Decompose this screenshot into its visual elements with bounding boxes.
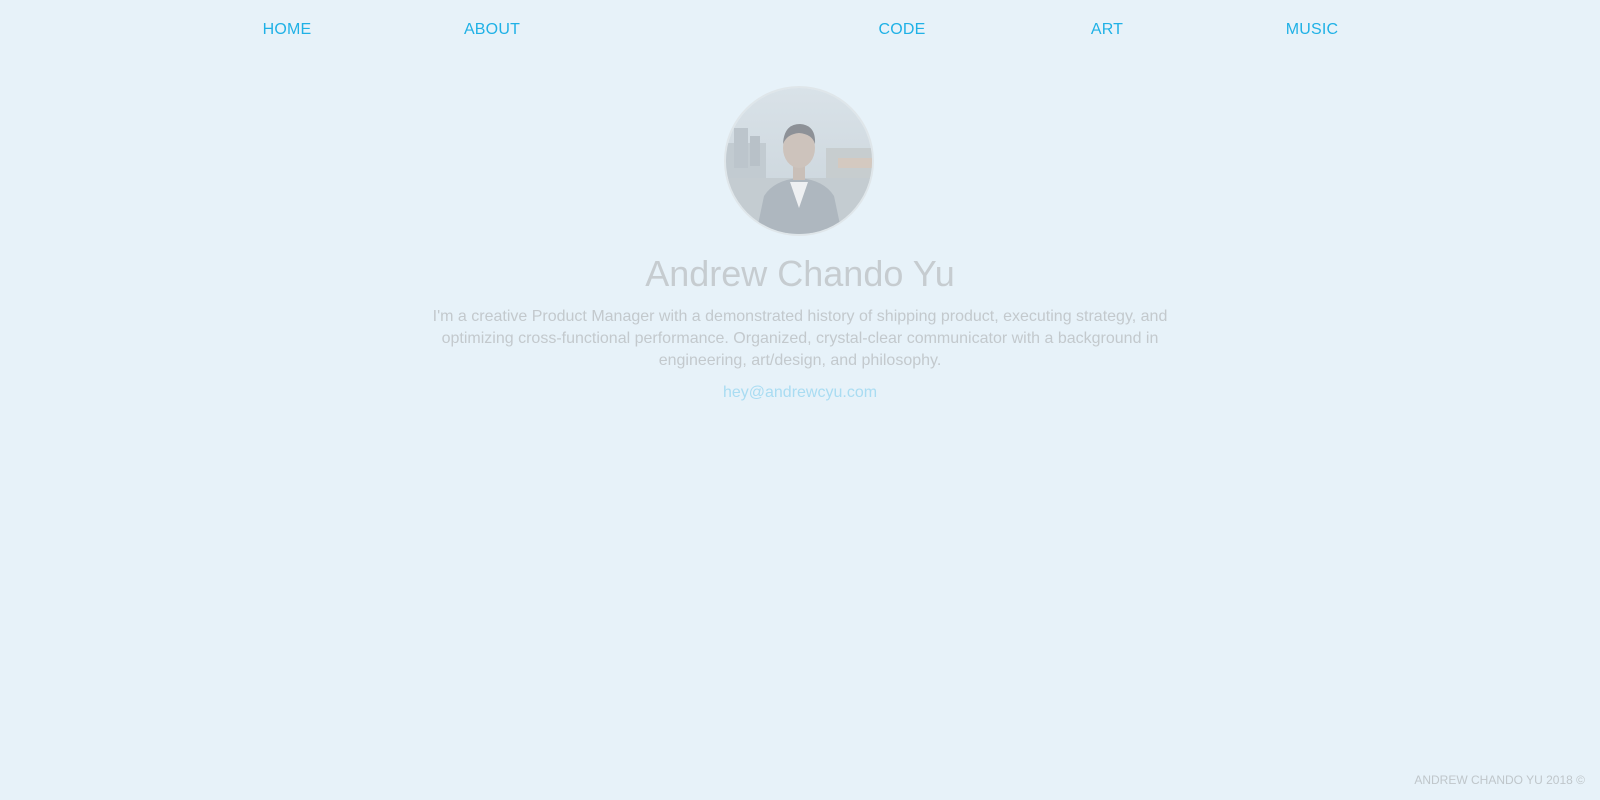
nav-home-link[interactable]: HOME xyxy=(263,21,312,39)
footer-copyright: ANDREW CHANDO YU 2018 © xyxy=(1414,773,1585,787)
avatar xyxy=(724,86,874,236)
profile-bio: I'm a creative Product Manager with a de… xyxy=(432,308,1168,369)
profile-name: Andrew Chando Yu xyxy=(645,253,955,294)
nav-code-link[interactable]: CODE xyxy=(878,21,925,39)
avatar-photo xyxy=(726,88,872,234)
nav-about-link[interactable]: ABOUT xyxy=(464,21,520,39)
page: HOME ABOUT CODE ART MUSIC Andrew Chando … xyxy=(0,0,1600,800)
email-link[interactable]: hey@andrewcyu.com xyxy=(0,384,1600,402)
nav-music-link[interactable]: MUSIC xyxy=(1286,21,1339,39)
nav-art-link[interactable]: ART xyxy=(1091,21,1123,39)
